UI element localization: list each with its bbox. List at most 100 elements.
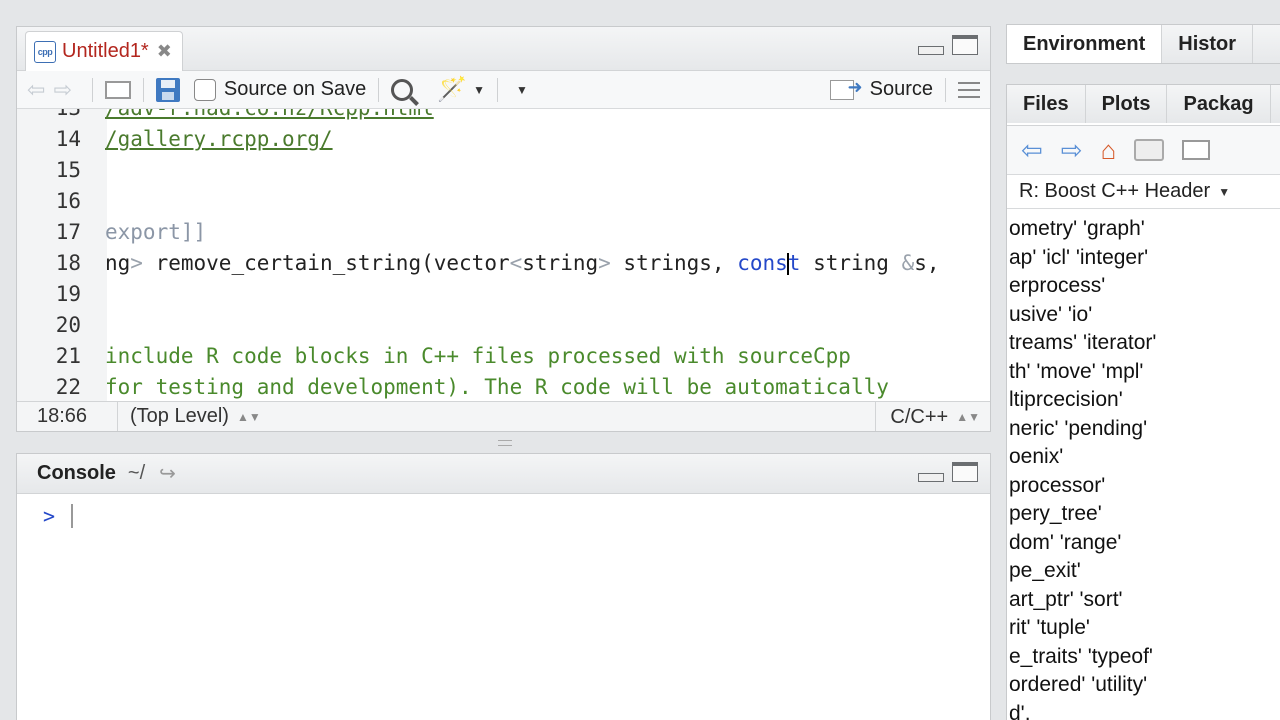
files-pane: Files Plots Packag ⇦ ⇨ ⌂ R: Boost C++ He…	[1006, 84, 1280, 720]
source-icon	[829, 77, 863, 100]
save-icon	[155, 77, 180, 102]
code-token: <	[509, 251, 523, 275]
line-number: 19	[55, 282, 81, 306]
help-text-line: ordered' 'utility'	[1009, 673, 1148, 696]
language-selector[interactable]: C/C++ ▲▼	[875, 402, 980, 431]
help-text-line: dom' 'range'	[1009, 530, 1122, 554]
tab-files[interactable]: Files	[1007, 85, 1086, 123]
cursor-position: 18:66	[37, 405, 88, 427]
console-prompt: >	[43, 504, 56, 528]
tab-environment[interactable]: Environment	[1007, 25, 1163, 63]
pane-splitter-handle[interactable]	[498, 440, 512, 446]
code-line[interactable]: 20	[17, 310, 990, 341]
help-text-line: ometry' 'graph'	[1009, 217, 1145, 240]
toolbar-divider	[945, 77, 946, 102]
code-token: &	[901, 251, 915, 275]
tab-plots[interactable]: Plots	[1086, 85, 1168, 123]
code-line[interactable]: 13/adv-r.had.co.nz/Rcpp.html	[17, 109, 990, 124]
home-icon[interactable]: ⌂	[1101, 135, 1117, 166]
show-in-window-icon[interactable]	[1182, 140, 1211, 160]
line-code: ng> remove_certain_string(vector<string>…	[105, 251, 940, 275]
source-button[interactable]: Source	[829, 77, 933, 101]
search-icon	[391, 78, 414, 101]
code-line[interactable]: 21 include R code blocks in C++ files pro…	[17, 341, 990, 372]
source-button-label: Source	[869, 78, 933, 100]
help-topic-title: R: Boost C++ Header	[1019, 180, 1211, 202]
code-token: strings,	[610, 251, 738, 275]
chevron-down-icon: ▼	[1218, 184, 1231, 199]
source-on-save-label: Source on Save	[223, 78, 367, 100]
chevron-down-icon: ▼	[515, 82, 528, 97]
show-in-window-icon[interactable]	[104, 80, 131, 99]
line-code: export]]	[105, 220, 206, 244]
code-token: ng	[105, 251, 131, 275]
minimize-console-button[interactable]	[918, 462, 944, 482]
code-line[interactable]: 19	[17, 279, 990, 310]
source-on-save-toggle[interactable]: Source on Save	[193, 78, 367, 101]
print-icon[interactable]	[1134, 139, 1165, 161]
save-button[interactable]	[155, 77, 180, 102]
line-number: 21	[55, 344, 81, 368]
compile-dropdown-button[interactable]: ▼	[510, 83, 528, 97]
console-working-dir: ~/	[127, 462, 146, 484]
code-line[interactable]: 15	[17, 155, 990, 186]
code-token: remove_certain_string(vector	[155, 251, 510, 275]
toolbar-divider	[378, 77, 380, 102]
document-tab-label: Untitled1*	[62, 40, 149, 62]
tab-packages[interactable]: Packag	[1167, 85, 1271, 123]
code-tools-button[interactable]: 🪄 ▼	[437, 75, 485, 104]
line-number: 17	[55, 220, 81, 244]
help-topic-selector[interactable]: R: Boost C++ Header ▼	[1007, 175, 1280, 209]
code-line[interactable]: 17 export]]	[17, 217, 990, 248]
help-text-line: treams' 'iterator'	[1009, 331, 1157, 354]
scope-selector[interactable]: (Top Level) ▲▼	[117, 401, 261, 431]
help-text-line: e_traits' 'typeof'	[1009, 644, 1153, 668]
code-token: /adv-r.had.co.nz/Rcpp.html	[105, 109, 434, 120]
maximize-pane-button[interactable]	[952, 35, 978, 55]
line-number: 15	[55, 158, 81, 182]
tab-history[interactable]: Histor	[1162, 25, 1254, 63]
back-arrow-icon[interactable]: ⇦	[27, 77, 45, 103]
help-text-line: ap' 'icl' 'integer'	[1009, 245, 1149, 269]
code-line[interactable]: 14/gallery.rcpp.org/	[17, 124, 990, 155]
editor-toolbar: ⇦ ⇨ Source on Save 🪄 ▼ ▼ Source	[17, 71, 990, 109]
line-number: 13	[17, 109, 81, 120]
updown-icon: ▲▼	[236, 409, 261, 424]
scope-label: (Top Level)	[130, 405, 229, 427]
toolbar-divider	[142, 77, 144, 102]
cpp-file-icon: cpp	[34, 40, 56, 63]
code-line[interactable]: 16	[17, 186, 990, 217]
maximize-console-button[interactable]	[952, 462, 978, 482]
line-number: 18	[55, 251, 81, 275]
document-outline-button[interactable]	[958, 81, 980, 98]
line-code: /adv-r.had.co.nz/Rcpp.html	[105, 109, 434, 120]
editor-tabbar: cpp Untitled1* ✖	[17, 27, 990, 71]
document-tab[interactable]: cpp Untitled1* ✖	[25, 31, 183, 71]
source-on-save-checkbox[interactable]	[193, 78, 216, 101]
minimize-pane-button[interactable]	[918, 35, 944, 55]
source-editor-pane: cpp Untitled1* ✖ ⇦ ⇨ Source on Save 🪄 ▼ …	[16, 26, 991, 432]
help-text-line: oenix'	[1009, 445, 1064, 468]
code-token: cons	[737, 251, 788, 275]
toolbar-divider	[91, 77, 93, 102]
close-tab-icon[interactable]: ✖	[157, 41, 172, 62]
code-line[interactable]: 18 ng> remove_certain_string(vector<strin…	[17, 248, 990, 279]
environment-pane: Environment Histor	[1006, 24, 1280, 64]
go-to-directory-icon[interactable]: ↪	[159, 461, 176, 486]
code-token: string	[800, 251, 902, 275]
forward-arrow-icon[interactable]: ⇨	[53, 77, 71, 103]
back-arrow-icon[interactable]: ⇦	[1021, 135, 1043, 166]
code-token: export]]	[105, 220, 207, 244]
line-number: 14	[55, 127, 81, 151]
code-line[interactable]: 22 for testing and development). The R co…	[17, 372, 990, 401]
line-code: include R code blocks in C++ files proce…	[105, 344, 851, 368]
code-editor[interactable]: 13/adv-r.had.co.nz/Rcpp.html14/gallery.r…	[17, 109, 990, 401]
console-input[interactable]	[71, 504, 73, 528]
language-label: C/C++	[890, 405, 949, 428]
forward-arrow-icon[interactable]: ⇨	[1061, 135, 1083, 166]
console-title[interactable]: Console	[37, 462, 116, 485]
find-replace-button[interactable]	[391, 78, 414, 101]
help-text-line: neric' 'pending'	[1009, 416, 1148, 440]
help-text-line: pery_tree'	[1009, 502, 1102, 525]
code-token: include R code blocks in C++ files proce…	[105, 344, 851, 368]
